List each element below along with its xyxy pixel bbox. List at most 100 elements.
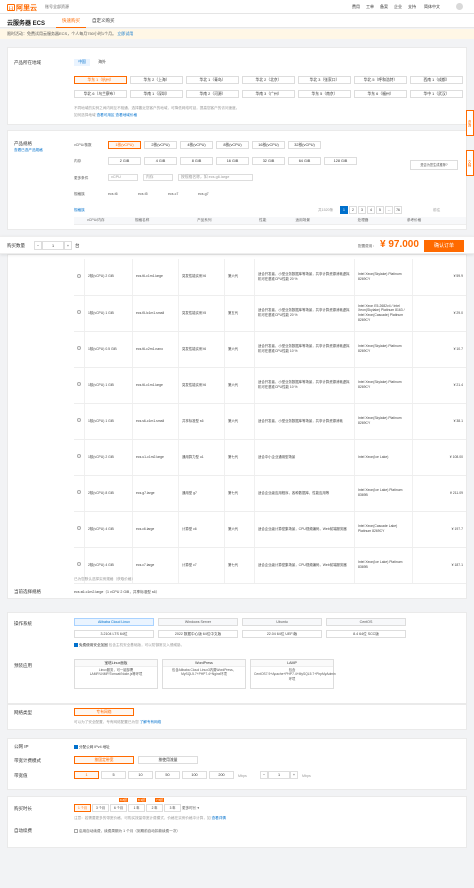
more-duration-select[interactable]: 更多时长 ▾ [182, 806, 199, 811]
spec-name-search-input[interactable]: 按规格名称，如 ecs.g6.large [178, 174, 253, 181]
vcpu-option[interactable]: 8核(vCPU) [216, 141, 249, 149]
family-option[interactable]: ecs.c7 [168, 192, 178, 196]
page-button[interactable]: 5 [376, 206, 384, 214]
region-option[interactable]: 华南 1（深圳） [130, 90, 183, 98]
language-switch[interactable]: 简体中文 [424, 4, 440, 10]
table-row[interactable]: 2核(vCPU) 8 GiB ecs.g7.large 通用型 g7 第七代 适合企业级… [74, 475, 466, 512]
aliyun-logo[interactable]: [-] 阿里云 [7, 3, 37, 13]
security-hardening-checkbox[interactable] [74, 643, 78, 648]
os-version-select[interactable]: 22.04 64位 UEFI版 [242, 630, 322, 638]
nav-icp[interactable]: 备案 [380, 4, 388, 10]
memory-option[interactable]: 32 GiB [252, 157, 285, 165]
bandwidth-option[interactable]: 50 [155, 771, 180, 779]
assign-ipv4[interactable]: 分配公网 IPv4 地址 [74, 745, 110, 750]
tab-quick-buy[interactable]: 快速购买 [56, 14, 86, 28]
region-option[interactable]: 华南 3（广州） [242, 90, 295, 98]
duration-option[interactable]: 1 个月 [74, 804, 91, 812]
row-radio[interactable] [77, 310, 81, 315]
os-version-select[interactable]: 2022 数据中心版 64位中文版 [158, 630, 238, 638]
page-button[interactable]: ... [385, 206, 393, 214]
vcpu-filter-input[interactable]: vCPU [108, 174, 138, 181]
bandwidth-increase-button[interactable]: + [290, 771, 298, 779]
row-radio[interactable] [77, 418, 81, 423]
page-jump[interactable]: 前往 [433, 208, 440, 213]
bandwidth-option[interactable]: 1 [74, 771, 99, 779]
region-option[interactable]: 华北 5（呼和浩特） [354, 76, 407, 84]
billing-fixed-bandwidth[interactable]: 按固定带宽 [74, 756, 134, 764]
nav-enterprise[interactable]: 企业 [394, 4, 402, 10]
table-row[interactable]: 1核(vCPU) 1 GiB ecs.t5-lc1m1.small 突发性能实例 t… [74, 295, 466, 332]
assign-ipv4-checkbox[interactable] [74, 745, 78, 750]
memory-option[interactable]: 128 GiB [324, 157, 357, 165]
region-tab-overseas[interactable]: 海外 [94, 59, 110, 66]
region-option[interactable]: 华北 6（乌兰察布） [74, 90, 127, 98]
row-radio[interactable] [77, 490, 81, 495]
region-option[interactable]: 华东 2（上海） [130, 76, 183, 84]
quantity-increase-button[interactable]: + [64, 241, 72, 250]
auto-renew[interactable]: 启用自动续费，续费周期为 1 个月（到期前自动扣款续费一次） [74, 829, 180, 834]
page-button[interactable]: 4 [367, 206, 375, 214]
bandwidth-input[interactable]: 1 [268, 771, 290, 779]
bandwidth-option[interactable]: 100 [182, 771, 207, 779]
vcpu-option[interactable]: 4核(vCPU) [180, 141, 213, 149]
bandwidth-option[interactable]: 5 [101, 771, 126, 779]
memory-option[interactable]: 2 GiB [108, 157, 141, 165]
memory-option[interactable]: 16 GiB [216, 157, 249, 165]
duration-option[interactable]: 6 个月 [110, 804, 127, 812]
family-option[interactable]: ecs.t5 [138, 192, 148, 196]
nav-fee[interactable]: 费用 [352, 4, 360, 10]
page-button[interactable]: 76 [394, 206, 402, 214]
region-option[interactable]: 华北 1（青岛） [186, 76, 239, 84]
vcpu-option[interactable]: 2核(vCPU) [144, 141, 177, 149]
duration-detail-link[interactable]: 查看详情 [212, 816, 226, 820]
region-tab-china[interactable]: 中国 [74, 59, 90, 66]
billing-by-traffic[interactable]: 按使用流量 [138, 756, 198, 764]
selected-spec-link[interactable]: 查看已选产品规格 [14, 148, 43, 153]
row-radio[interactable] [77, 526, 81, 531]
region-option[interactable]: 华东 5（南京） [298, 90, 351, 98]
memory-option[interactable]: 8 GiB [180, 157, 213, 165]
memory-option[interactable]: 64 GiB [288, 157, 321, 165]
side-doc-button[interactable]: 文档 [466, 150, 474, 176]
availability-zone-link[interactable]: 查看可用区 [97, 113, 115, 117]
os-version-select[interactable]: 3.2104 LTS 64位 [74, 630, 154, 638]
region-option[interactable]: 华东 1（杭州） [74, 76, 127, 84]
memory-filter-input[interactable]: 内存 [143, 174, 173, 181]
row-radio[interactable] [77, 273, 81, 278]
vpc-option[interactable]: 专有网络 [74, 708, 134, 716]
security-hardening[interactable]: 免费使用安全加固 包含主机安全基础版，可以防御常见入侵威胁。 [74, 643, 184, 648]
app-card[interactable]: WordPress 包含Alibaba Cloud Linux3内置WordPre… [162, 659, 246, 689]
side-consult-button[interactable]: 咨询 [466, 110, 474, 136]
bandwidth-option[interactable]: 200 [209, 771, 234, 779]
family-filter-hint[interactable]: 规格族 [74, 208, 85, 213]
auto-renew-checkbox[interactable] [74, 829, 78, 834]
region-option[interactable]: 华北 3（张家口） [298, 76, 351, 84]
table-row[interactable]: 1核(vCPU) 1 GiB ecs.s6-c1m1.small 共享标准型 s6 第… [74, 403, 466, 440]
nav-support[interactable]: 支持 [408, 4, 416, 10]
row-radio[interactable] [77, 382, 81, 387]
nav-ticket[interactable]: 工单 [366, 4, 374, 10]
tab-custom-buy[interactable]: 自定义购买 [86, 14, 121, 28]
region-price-link[interactable]: 查看地域价格 [116, 113, 138, 117]
app-card[interactable]: LAMP 包含CentOS7.9+Apache+PHP7.4+MySQL5.7+P… [250, 659, 336, 689]
row-radio[interactable] [77, 346, 81, 351]
page-button[interactable]: 2 [349, 206, 357, 214]
os-tab[interactable]: CentOS [326, 618, 406, 626]
vcpu-option[interactable]: 1核(vCPU) [108, 141, 141, 149]
confirm-order-button[interactable]: 确认订单 [424, 240, 464, 252]
region-option[interactable]: 华东 6（福州） [354, 90, 407, 98]
vpc-learn-link[interactable]: 了解专有网络 [140, 720, 162, 724]
memory-option[interactable]: 4 GiB [144, 157, 177, 165]
table-row[interactable]: 2核(vCPU) 2 GiB ecs.t6-c1m1.large 突发性能实例 t6… [74, 259, 466, 296]
os-tab[interactable]: Windows Server [158, 618, 238, 626]
vcpu-option[interactable]: 16核(vCPU) [252, 141, 285, 149]
app-card[interactable]: 宝塔Linux面板 Linux服务，可一键部署LAMP/LNMP/Tomcat/N… [74, 659, 158, 689]
region-option[interactable]: 华北 2（北京） [242, 76, 295, 84]
os-tab[interactable]: Alibaba Cloud Linux [74, 618, 154, 626]
region-option[interactable]: 华南 2（河源） [186, 90, 239, 98]
page-button[interactable]: 1 [340, 206, 348, 214]
os-version-select[interactable]: 8.4 64位 SCC版 [326, 630, 406, 638]
avatar[interactable] [456, 3, 463, 10]
region-option[interactable]: 西南 1（成都） [410, 76, 463, 84]
family-option[interactable]: ecs.t6 [108, 192, 118, 196]
